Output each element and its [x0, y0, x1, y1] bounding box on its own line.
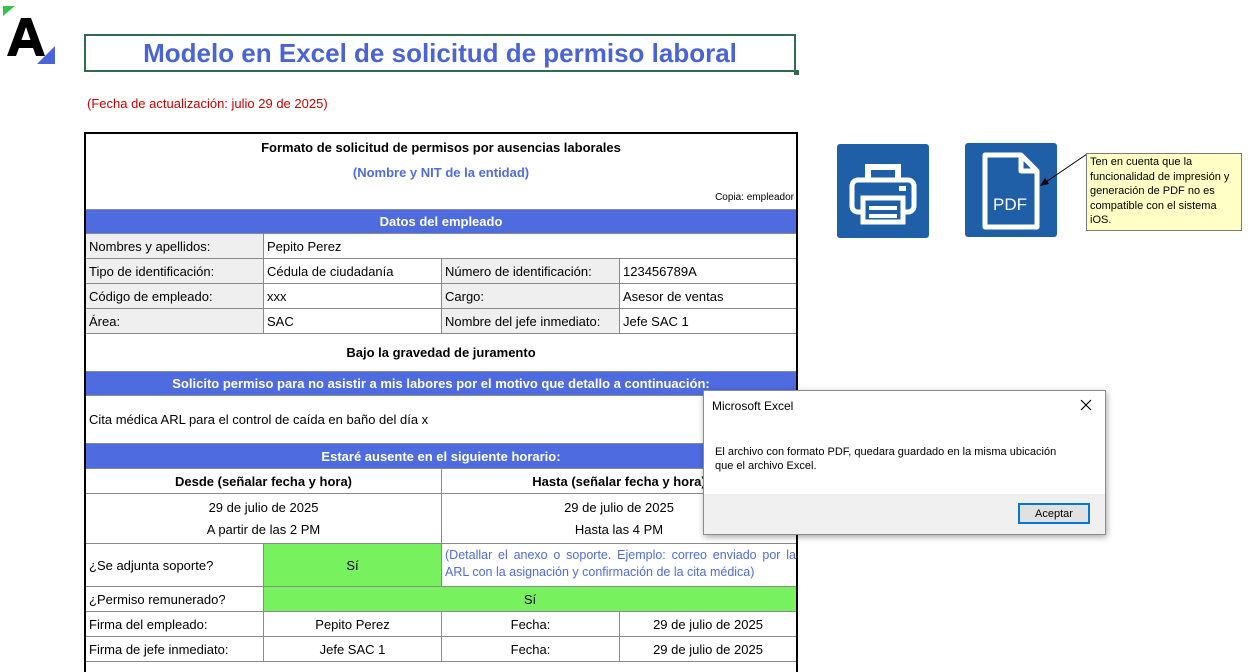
from-date: 29 de julio de 2025 — [208, 500, 319, 515]
table-row: Firma de jefe inmediato: Jefe SAC 1 Fech… — [86, 637, 796, 662]
support-note[interactable]: (Detallar el anexo o soporte. Ejemplo: c… — [442, 544, 796, 586]
boss-sign-value[interactable]: Jefe SAC 1 — [264, 637, 442, 661]
fill-handle[interactable] — [794, 70, 799, 75]
support-value[interactable]: Sí — [264, 544, 442, 586]
to-time: Hasta las 4 PM — [574, 522, 664, 537]
entity-placeholder: (Nombre y NIT de la entidad) — [352, 165, 530, 180]
table-row: Desde (señalar fecha y hora) Hasta (seña… — [86, 469, 796, 494]
print-button[interactable] — [837, 144, 929, 238]
form-heading: Formato de solicitud de permisos por aus… — [261, 140, 621, 155]
copy-label: Copia: empleador — [715, 192, 794, 203]
pdf-icon-text: PDF — [993, 195, 1027, 214]
schedule-band: Estaré ausente en el siguiente horario: — [86, 444, 796, 469]
table-row: ¿Permiso remunerado? Sí — [86, 587, 796, 612]
code-value[interactable]: xxx — [264, 284, 442, 308]
emp-sign-value[interactable]: Pepito Perez — [264, 612, 442, 636]
from-time: A partir de las 2 PM — [206, 522, 321, 537]
from-header: Desde (señalar fecha y hora) — [86, 469, 442, 493]
table-row: 29 de julio de 2025 A partir de las 2 PM… — [86, 494, 796, 544]
emp-sign-label: Firma del empleado: — [86, 612, 264, 636]
position-label: Cargo: — [442, 284, 620, 308]
page-title: Modelo en Excel de solicitud de permiso … — [143, 37, 737, 68]
id-type-label: Tipo de identificación: — [86, 259, 264, 283]
close-icon — [1080, 399, 1092, 411]
position-value[interactable]: Asesor de ventas — [620, 284, 796, 308]
dialog-title: Microsoft Excel — [712, 399, 794, 413]
id-number-label: Número de identificación: — [442, 259, 620, 283]
update-note: (Fecha de actualización: julio 29 de 202… — [87, 96, 328, 111]
boss-value[interactable]: Jefe SAC 1 — [620, 309, 796, 333]
from-cell[interactable]: 29 de julio de 2025 A partir de las 2 PM — [86, 494, 442, 543]
emp-sign-date[interactable]: 29 de julio de 2025 — [620, 612, 796, 636]
table-row: Cita médica ARL para el control de caída… — [86, 396, 796, 444]
brand-logo — [3, 6, 55, 64]
name-value[interactable]: Pepito Perez — [264, 234, 796, 258]
name-label: Nombres y apellidos: — [86, 234, 264, 258]
table-row: Tipo de identificación: Cédula de ciudad… — [86, 259, 796, 284]
reason-text[interactable]: Cita médica ARL para el control de caída… — [86, 396, 796, 443]
emp-date-label: Fecha: — [442, 612, 620, 636]
to-date: 29 de julio de 2025 — [564, 500, 674, 515]
employee-band: Datos del empleado — [86, 210, 796, 234]
support-label: ¿Se adjunta soporte? — [86, 544, 264, 586]
ok-button[interactable]: Aceptar — [1018, 503, 1090, 524]
table-row: Área: SAC Nombre del jefe inmediato: Jef… — [86, 309, 796, 334]
oath-text: Bajo la gravedad de juramento — [86, 334, 796, 372]
boss-label: Nombre del jefe inmediato: — [442, 309, 620, 333]
dialog-message: El archivo con formato PDF, quedara guar… — [715, 446, 1057, 472]
boss-sign-label: Firma de jefe inmediato: — [86, 637, 264, 661]
reason-band: Solicito permiso para no asistir a mis l… — [86, 372, 796, 396]
code-label: Código de empleado: — [86, 284, 264, 308]
area-label: Área: — [86, 309, 264, 333]
boss-date-label: Fecha: — [442, 637, 620, 661]
permission-form: Formato de solicitud de permisos por aus… — [84, 132, 798, 672]
paid-label: ¿Permiso remunerado? — [86, 587, 264, 611]
table-row: ¿Se adjunta soporte? Sí (Detallar el ane… — [86, 544, 796, 587]
id-number-value[interactable]: 123456789A — [620, 259, 796, 283]
close-button[interactable] — [1073, 393, 1099, 417]
table-row: Nombres y apellidos: Pepito Perez — [86, 234, 796, 259]
form-header: Formato de solicitud de permisos por aus… — [86, 134, 796, 210]
table-row: Código de empleado: xxx Cargo: Asesor de… — [86, 284, 796, 309]
excel-dialog: Microsoft Excel El archivo con formato P… — [703, 390, 1106, 535]
paid-value[interactable]: Sí — [264, 587, 796, 611]
page-title-cell[interactable]: Modelo en Excel de solicitud de permiso … — [84, 34, 796, 72]
boss-sign-date[interactable]: 29 de julio de 2025 — [620, 637, 796, 661]
printer-icon — [849, 164, 917, 225]
table-row: Firma del empleado: Pepito Perez Fecha: … — [86, 612, 796, 637]
ios-compatibility-note: Ten en cuenta que la funcionalidad de im… — [1086, 153, 1242, 231]
id-type-value[interactable]: Cédula de ciudadanía — [264, 259, 442, 283]
area-value[interactable]: SAC — [264, 309, 442, 333]
